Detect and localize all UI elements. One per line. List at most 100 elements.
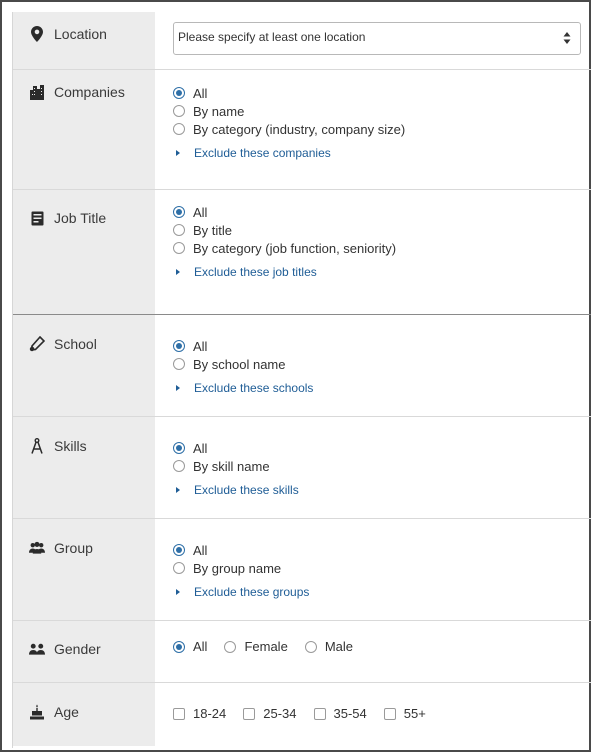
group-label-text: Group <box>54 540 93 556</box>
location-label-text: Location <box>54 26 107 42</box>
option-label: By name <box>193 103 245 119</box>
radio-selected[interactable] <box>173 340 185 352</box>
caret-right-icon <box>176 269 180 275</box>
gender-label: Gender <box>29 641 101 657</box>
compass-icon <box>29 438 45 454</box>
age-option-55-plus[interactable]: 55+ <box>383 706 426 721</box>
checkbox[interactable] <box>313 707 326 720</box>
age-label-text: Age <box>54 704 79 720</box>
location-select[interactable]: Please specify at least one location <box>173 22 581 55</box>
age-options: 18-24 25-34 35-54 55+ <box>173 706 591 721</box>
radio-selected[interactable] <box>173 640 185 653</box>
exclude-job-titles-link[interactable]: Exclude these job titles <box>173 265 591 279</box>
row-age: Age 18-24 25-34 35-54 55+ <box>13 683 591 746</box>
companies-option-by-name[interactable]: By name <box>173 102 591 120</box>
caret-right-icon <box>176 385 180 391</box>
age-option-25-34[interactable]: 25-34 <box>243 706 297 721</box>
option-label: Male <box>324 639 353 654</box>
id-card-icon <box>29 210 45 226</box>
radio-selected[interactable] <box>173 87 185 99</box>
location-select-value: Please specify at least one location <box>178 30 366 44</box>
school-option-all[interactable]: All <box>173 337 591 355</box>
buildings-icon <box>29 84 45 100</box>
option-label: All <box>193 204 208 220</box>
option-label: All <box>193 85 208 101</box>
group-label: Group <box>29 540 93 556</box>
row-location: Location Please specify at least one loc… <box>13 12 591 70</box>
label-column: Group <box>13 519 155 620</box>
exclude-groups-link[interactable]: Exclude these groups <box>173 585 591 599</box>
radio[interactable] <box>224 640 237 653</box>
school-options: All By school name Exclude these schools <box>173 337 591 395</box>
radio[interactable] <box>173 358 185 370</box>
companies-option-by-category[interactable]: By category (industry, company size) <box>173 120 591 138</box>
companies-options: All By name By category (industry, compa… <box>173 84 591 160</box>
gender-option-female[interactable]: Female <box>224 639 288 654</box>
radio[interactable] <box>173 562 185 574</box>
skills-option-all[interactable]: All <box>173 439 591 457</box>
option-label: All <box>193 639 208 654</box>
job-title-options: All By title By category (job function, … <box>173 203 591 279</box>
gender-option-male[interactable]: Male <box>304 639 353 654</box>
gender-label-text: Gender <box>54 641 101 657</box>
age-option-18-24[interactable]: 18-24 <box>173 706 226 721</box>
radio[interactable] <box>173 105 185 117</box>
label-column: Age <box>13 683 155 746</box>
school-label-text: School <box>54 336 97 352</box>
exclude-schools-link[interactable]: Exclude these schools <box>173 381 591 395</box>
exclude-skills-link[interactable]: Exclude these skills <box>173 483 591 497</box>
gender-option-all[interactable]: All <box>173 639 207 654</box>
label-column: School <box>13 315 155 416</box>
companies-option-all[interactable]: All <box>173 84 591 102</box>
exclude-companies-link[interactable]: Exclude these companies <box>173 146 591 160</box>
school-option-by-name[interactable]: By school name <box>173 355 591 373</box>
option-label: By skill name <box>193 458 270 474</box>
radio[interactable] <box>173 460 185 472</box>
age-checkbox-group: 18-24 25-34 35-54 55+ <box>173 706 591 721</box>
radio-selected[interactable] <box>173 206 185 218</box>
option-label: 35-54 <box>333 706 367 721</box>
exclude-label: Exclude these job titles <box>194 265 317 279</box>
job-title-label: Job Title <box>29 210 106 226</box>
job-title-option-by-title[interactable]: By title <box>173 221 591 239</box>
companies-label-text: Companies <box>54 84 125 100</box>
diploma-icon <box>29 336 45 352</box>
row-companies: Companies All By name By category (indus… <box>13 70 591 190</box>
radio-selected[interactable] <box>173 442 185 454</box>
label-column: Companies <box>13 70 155 189</box>
skills-options: All By skill name Exclude these skills <box>173 439 591 497</box>
radio[interactable] <box>304 640 317 653</box>
checkbox[interactable] <box>383 707 396 720</box>
radio[interactable] <box>173 123 185 135</box>
people-icon <box>29 641 45 657</box>
option-label: By school name <box>193 356 286 372</box>
group-option-all[interactable]: All <box>173 541 591 559</box>
companies-label: Companies <box>29 84 125 100</box>
skills-label-text: Skills <box>54 438 87 454</box>
job-title-option-by-category[interactable]: By category (job function, seniority) <box>173 239 591 257</box>
option-label: All <box>193 440 208 456</box>
label-column: Skills <box>13 417 155 518</box>
select-arrows-icon <box>563 31 571 45</box>
option-label: 18-24 <box>193 706 227 721</box>
exclude-label: Exclude these skills <box>194 483 299 497</box>
option-label: Female <box>244 639 288 654</box>
label-column: Job Title <box>13 190 155 314</box>
caret-right-icon <box>176 589 180 595</box>
exclude-label: Exclude these groups <box>194 585 310 599</box>
option-label: By category (job function, seniority) <box>193 240 397 256</box>
radio-selected[interactable] <box>173 544 185 556</box>
group-icon <box>29 540 45 556</box>
group-option-by-name[interactable]: By group name <box>173 559 591 577</box>
exclude-label: Exclude these companies <box>194 146 331 160</box>
checkbox[interactable] <box>173 707 185 720</box>
skills-option-by-name[interactable]: By skill name <box>173 457 591 475</box>
job-title-option-all[interactable]: All <box>173 203 591 221</box>
option-label: By title <box>193 222 233 238</box>
radio[interactable] <box>173 224 185 236</box>
option-label: 25-34 <box>263 706 297 721</box>
checkbox[interactable] <box>243 707 256 720</box>
radio[interactable] <box>173 242 185 254</box>
cake-icon <box>29 704 45 720</box>
age-option-35-54[interactable]: 35-54 <box>313 706 367 721</box>
